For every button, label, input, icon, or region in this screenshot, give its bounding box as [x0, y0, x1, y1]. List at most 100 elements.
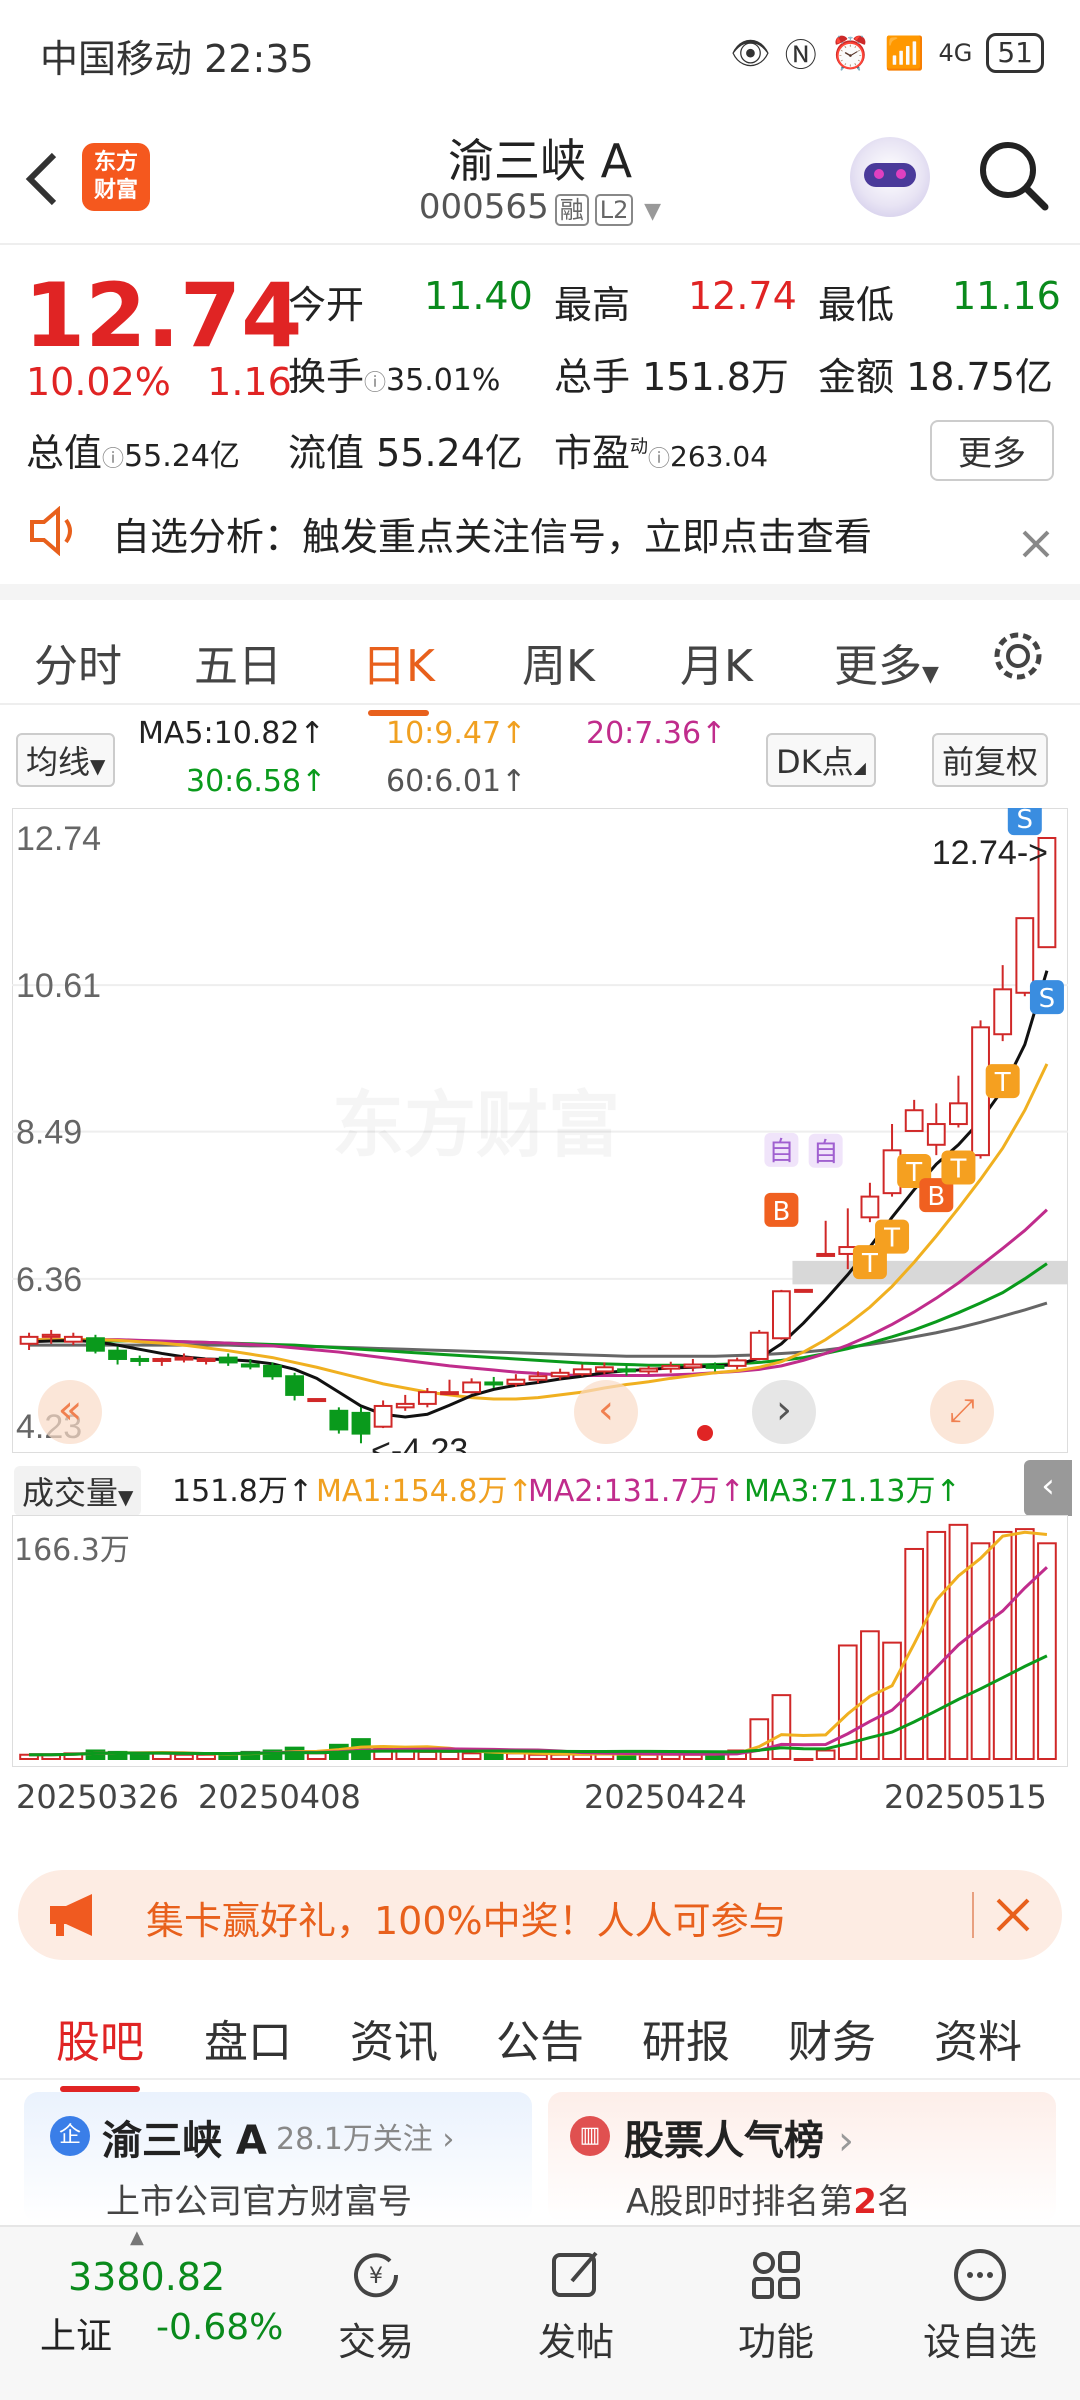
candle-body: [41, 1333, 61, 1338]
card-subtitle: 上市公司官方财富号: [106, 2182, 412, 2222]
open-label: 今开: [288, 283, 365, 327]
ma5-value: MA5:10.82↑: [138, 716, 325, 751]
volume-chart[interactable]: 166.3万: [11, 1514, 1069, 1768]
signal-label: S: [1017, 808, 1034, 835]
kline-chart[interactable]: 12.7410.618.496.364.23B自自TTTBTTSS12.74->…: [11, 801, 1069, 1470]
tab-research[interactable]: 研报: [642, 2006, 730, 2070]
follow-count: 28.1万关注 ›: [276, 2122, 455, 2157]
index-change[interactable]: -0.68%: [156, 2307, 283, 2348]
ma-selector[interactable]: 均线▼: [16, 733, 116, 787]
popularity-card[interactable]: ▥ 股票人气榜 › A股即时排名第2名: [548, 2092, 1056, 2222]
close-icon[interactable]: [1020, 528, 1052, 560]
volume-max-label: 166.3万: [14, 1533, 130, 1568]
search-icon[interactable]: [975, 137, 1051, 213]
mcap-value: 55.24亿: [124, 439, 240, 474]
tab-monthly-k[interactable]: 月K: [680, 630, 753, 694]
y-tick-label: 10.61: [16, 967, 101, 1005]
robot-assistant-icon[interactable]: [850, 137, 930, 217]
tab-guba[interactable]: 股吧: [56, 2006, 144, 2092]
tab-weekly-k[interactable]: 周K: [522, 630, 595, 694]
volume-bar: [948, 1523, 969, 1760]
candle-body: [462, 1381, 482, 1394]
candle-body: [263, 1364, 282, 1378]
candle-body: [949, 1102, 968, 1126]
volume-bar: [1037, 1542, 1057, 1761]
candle-body: [351, 1411, 371, 1435]
index-value[interactable]: 3380.82: [68, 2255, 225, 2299]
low-value: 11.16: [952, 274, 1061, 318]
candle-body: [904, 1109, 924, 1132]
megaphone-icon: [50, 1894, 92, 1936]
max-price-label: 12.74->: [932, 834, 1048, 872]
divider: [972, 1892, 974, 1938]
volume-ma1: MA1:154.8万↑: [316, 1474, 533, 1509]
candle-body: [594, 1366, 614, 1373]
candle-body: [196, 1357, 216, 1362]
turnover-label: 换手ⓘ35.01%: [288, 355, 501, 399]
tab-daily-k[interactable]: 日K: [362, 630, 435, 716]
candle-body: [771, 1290, 791, 1340]
status-icons: 👁 Ⓝ ⏰ 📶 4G 51: [730, 30, 1044, 76]
chevron-down-icon: ▼: [644, 199, 662, 224]
nav-trade[interactable]: ¥ 交易: [316, 2245, 436, 2366]
edit-icon: [552, 2251, 598, 2297]
candle-body: [218, 1356, 238, 1364]
gear-icon[interactable]: [990, 628, 1046, 684]
pe-value: 263.04: [670, 440, 769, 473]
close-icon[interactable]: [994, 1896, 1032, 1934]
chevron-left-icon[interactable]: ‹: [574, 1380, 638, 1444]
candle-body: [926, 1123, 946, 1146]
candle-body: [240, 1363, 260, 1368]
stock-header: 东方 财富 渝三峡 A 000565 融 L2 ▼: [0, 115, 1080, 245]
nav-functions[interactable]: 功能: [716, 2245, 836, 2366]
candle-body: [860, 1195, 880, 1219]
volume-bar: [992, 1530, 1013, 1760]
candle-body: [395, 1402, 415, 1409]
index-name[interactable]: 上证: [40, 2307, 112, 2359]
ma60-line: [29, 1301, 1048, 1358]
volume-bar: [196, 1753, 216, 1760]
candle-body: [683, 1363, 703, 1369]
tab-more[interactable]: 更多▼: [834, 630, 939, 694]
nav-post[interactable]: 发帖: [516, 2245, 636, 2366]
tab-pankou[interactable]: 盘口: [204, 2006, 292, 2070]
tab-announcements[interactable]: 公告: [496, 2006, 584, 2070]
tab-finance[interactable]: 财务: [788, 2006, 876, 2070]
chevron-right-icon[interactable]: ›: [752, 1380, 816, 1444]
ma60-value: 60:6.01↑: [386, 764, 527, 799]
battery-icon: 51: [986, 33, 1044, 73]
volume-bar: [815, 1749, 836, 1760]
tab-news[interactable]: 资讯: [350, 2006, 438, 2070]
candle-body: [993, 988, 1013, 1036]
float-label: 流值 55.24亿: [288, 431, 523, 475]
volume-selector[interactable]: 成交量▼: [14, 1466, 142, 1516]
notice-bar[interactable]: 自选分析：触发重点关注信号，立即点击查看: [0, 490, 1080, 600]
tab-profile[interactable]: 资料: [934, 2006, 1022, 2070]
volume-bar: [483, 1752, 504, 1761]
nav-watchlist[interactable]: 设自选: [920, 2245, 1040, 2366]
candle-body: [152, 1357, 172, 1362]
promo-banner[interactable]: 集卡赢好礼，100%中奖！人人可参与: [18, 1870, 1062, 1960]
candle-body: [440, 1391, 459, 1396]
candle-body: [86, 1337, 105, 1352]
dk-point-button[interactable]: DK点◢: [766, 733, 876, 787]
volume-value: 151.8万↑: [172, 1474, 314, 1509]
price-adjust-button[interactable]: 前复权: [932, 733, 1049, 787]
change-row: 10.02% 1.16: [26, 360, 292, 404]
volume-bar: [439, 1750, 460, 1760]
candle-body: [1015, 917, 1035, 994]
more-button[interactable]: 更多: [930, 420, 1054, 481]
volume-bar: [1014, 1528, 1035, 1761]
official-account-card[interactable]: 企 渝三峡 A 28.1万关注 › 上市公司官方财富号: [24, 2092, 532, 2222]
bottom-nav: ▲ 3380.82 上证 -0.68% ¥ 交易 发帖 功能 设自选: [0, 2225, 1080, 2400]
volume-bar: [528, 1753, 548, 1760]
caret-down-icon: ▼: [118, 1485, 134, 1509]
collapse-panel-icon[interactable]: ‹: [1024, 1460, 1072, 1516]
scroll-start-icon[interactable]: «: [38, 1380, 102, 1444]
signal-label: B: [772, 1197, 790, 1227]
tab-five-day[interactable]: 五日: [194, 630, 282, 694]
fullscreen-icon[interactable]: ⤢: [930, 1380, 994, 1444]
tab-intraday[interactable]: 分时: [34, 630, 122, 694]
candle-body: [550, 1371, 570, 1378]
high-label: 最高: [554, 283, 631, 327]
